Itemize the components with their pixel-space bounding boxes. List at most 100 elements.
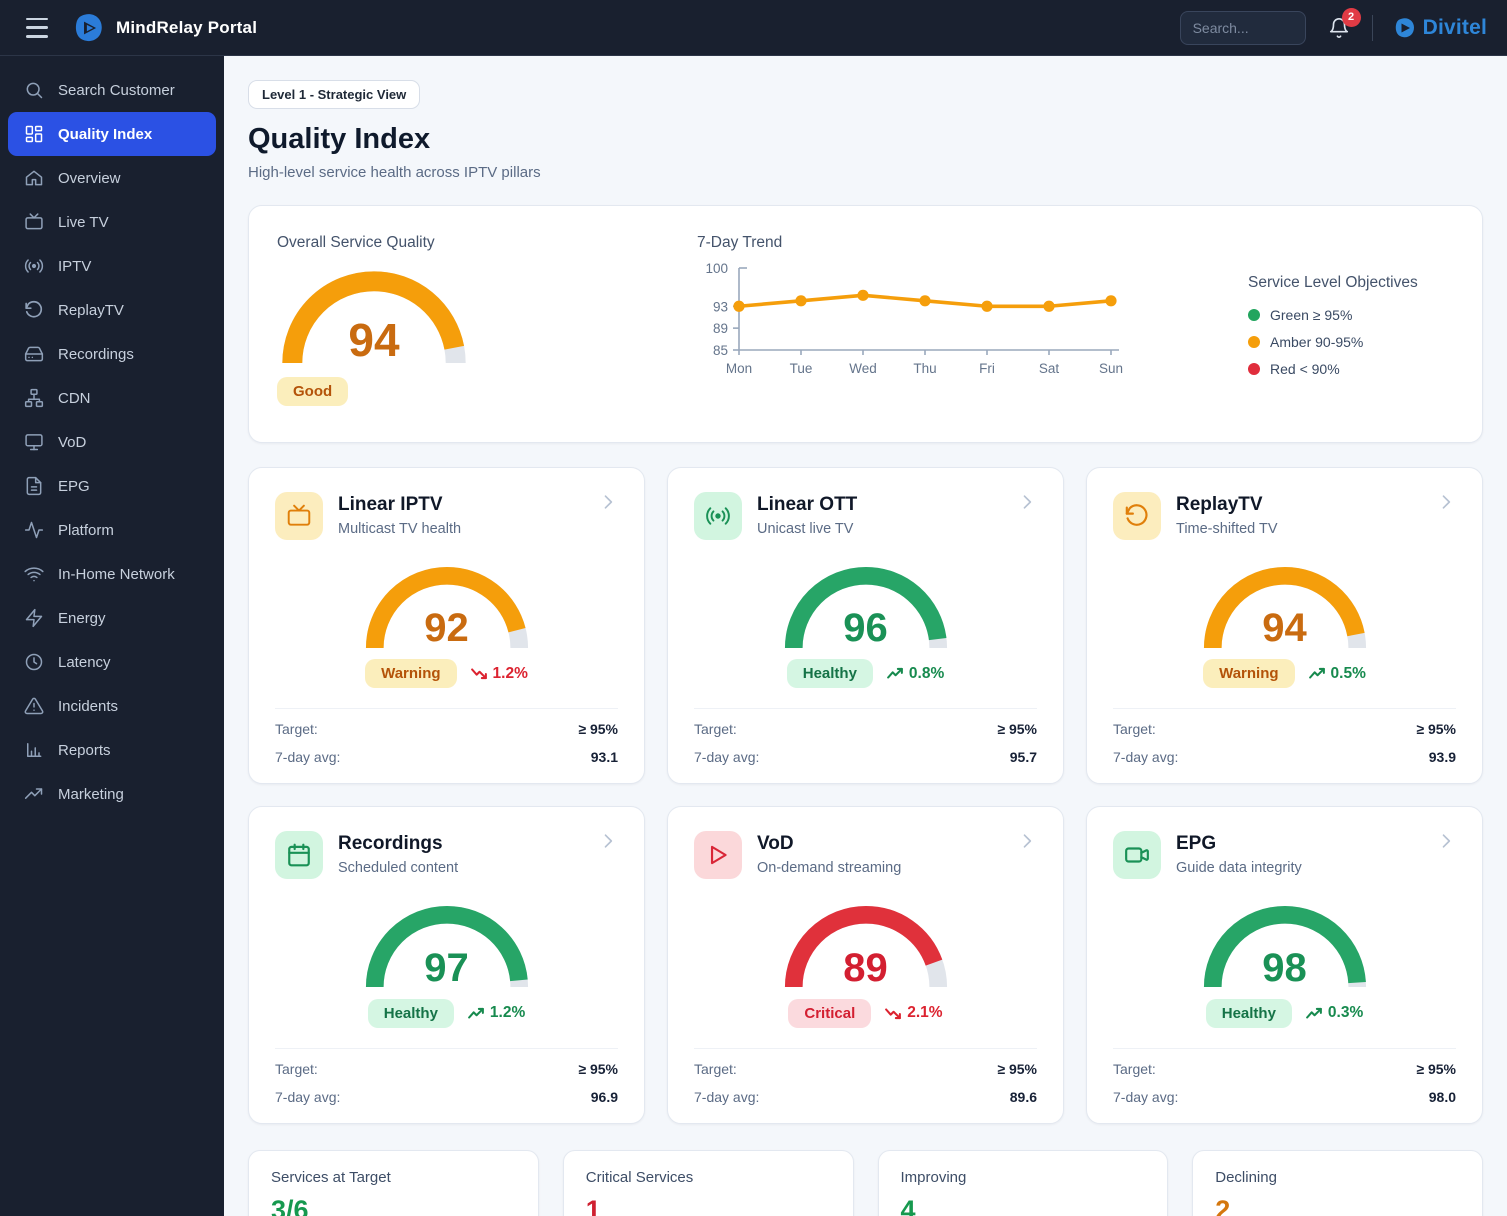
pillar-gauge: 89 <box>782 903 950 990</box>
chevron-right-icon[interactable] <box>598 831 618 851</box>
level-badge: Level 1 - Strategic View <box>248 80 421 109</box>
summary-label: Services at Target <box>271 1168 391 1186</box>
chevron-right-icon[interactable] <box>1436 831 1456 851</box>
search-icon <box>24 80 44 100</box>
pillar-trend: 0.8% <box>887 665 944 683</box>
legend-label: Green ≥ 95% <box>1270 307 1353 323</box>
sidebar-item-label: CDN <box>58 389 91 407</box>
sidebar-item-label: IPTV <box>58 257 92 275</box>
pillar-card-linear-iptv[interactable]: Linear IPTV Multicast TV health 92 Warni… <box>248 467 645 785</box>
pillar-subtitle: Unicast live TV <box>757 521 854 537</box>
slo-legend-item: Red < 90% <box>1248 361 1454 377</box>
pillar-subtitle: Time-shifted TV <box>1176 521 1278 537</box>
trend-chart-block: 7-Day Trend 85 89 93 100 Mon Tue Wed Thu Fri Sat S… <box>537 234 1248 414</box>
svg-text:Tue: Tue <box>789 361 812 376</box>
avg-label: 7-day avg: <box>694 749 760 766</box>
svg-text:Wed: Wed <box>849 361 877 376</box>
sidebar-item-reports[interactable]: Reports <box>0 728 224 772</box>
sidebar-item-replaytv[interactable]: ReplayTV <box>0 288 224 332</box>
legend-dot-icon <box>1248 363 1260 375</box>
page-subtitle: High-level service health across IPTV pi… <box>248 164 541 181</box>
sidebar-item-quality-index[interactable]: Quality Index <box>8 112 216 156</box>
svg-text:Fri: Fri <box>979 361 995 376</box>
chevron-right-icon[interactable] <box>598 492 618 512</box>
avg-label: 7-day avg: <box>694 1088 760 1105</box>
sidebar-item-label: Search Customer <box>58 81 175 99</box>
target-value: ≥ 95% <box>997 1060 1037 1077</box>
trend-down-icon <box>470 667 487 680</box>
wifi-icon <box>24 564 44 584</box>
summary-card-declining: Declining 2 <box>1192 1149 1483 1216</box>
divider <box>1113 1047 1456 1049</box>
pillar-subtitle: Multicast TV health <box>338 521 462 537</box>
pillar-gauge: 94 <box>1201 564 1369 651</box>
pillar-card-vod[interactable]: VoD On-demand streaming 89 Critical 2.1%… <box>667 806 1064 1124</box>
sidebar-item-energy[interactable]: Energy <box>0 596 224 640</box>
pillar-card-recordings[interactable]: Recordings Scheduled content 97 Healthy … <box>248 806 645 1124</box>
overall-quality-card: Overall Service Quality 94 Good 7-Day Tr… <box>248 205 1483 443</box>
summary-value: 4 <box>900 1194 916 1216</box>
pillar-card-epg[interactable]: EPG Guide data integrity 98 Healthy 0.3%… <box>1086 806 1483 1124</box>
trend-up-icon <box>1306 1007 1322 1020</box>
menu-button[interactable] <box>26 17 52 38</box>
avg-value: 93.9 <box>1428 749 1456 766</box>
sidebar-item-marketing[interactable]: Marketing <box>0 772 224 816</box>
slo-legend-item: Green ≥ 95% <box>1248 307 1454 323</box>
sidebar-item-vod[interactable]: VoD <box>0 420 224 464</box>
chevron-right-icon[interactable] <box>1436 492 1456 512</box>
sidebar-item-epg[interactable]: EPG <box>0 464 224 508</box>
chevron-right-icon[interactable] <box>1017 831 1037 851</box>
sidebar-item-iptv[interactable]: IPTV <box>0 244 224 288</box>
sidebar-item-incidents[interactable]: Incidents <box>0 684 224 728</box>
avg-value: 98.0 <box>1428 1088 1456 1105</box>
chevron-right-icon[interactable] <box>1017 492 1037 512</box>
target-value: ≥ 95% <box>578 721 618 738</box>
sidebar-item-overview[interactable]: Overview <box>0 156 224 200</box>
trend-value: 0.3% <box>1327 1004 1364 1022</box>
divider <box>275 1047 618 1049</box>
sidebar-item-search-customer[interactable]: Search Customer <box>0 68 224 112</box>
pillar-grid: Linear IPTV Multicast TV health 92 Warni… <box>248 467 1483 1124</box>
pillar-icon-tile <box>1113 831 1161 880</box>
target-label: Target: <box>1113 721 1156 738</box>
home-icon <box>24 168 44 188</box>
avg-label: 7-day avg: <box>275 1088 341 1105</box>
divitel-brand-name: Divitel <box>1422 15 1487 39</box>
sidebar-item-label: ReplayTV <box>58 301 124 319</box>
divider <box>275 708 618 710</box>
sidebar-item-in-home-network[interactable]: In-Home Network <box>0 552 224 596</box>
pillar-title: EPG <box>1176 833 1217 855</box>
summary-card-critical-services: Critical Services 1 <box>562 1149 854 1216</box>
summary-value: 3/6 <box>271 1194 309 1216</box>
slo-legend-title: Service Level Objectives <box>1248 274 1418 291</box>
sidebar-item-platform[interactable]: Platform <box>0 508 224 552</box>
svg-text:Sat: Sat <box>1038 361 1059 376</box>
search-input[interactable] <box>1179 10 1306 45</box>
pillar-title: Linear OTT <box>757 494 858 515</box>
slo-legend-items: Green ≥ 95% Amber 90-95% Red < 90% <box>1248 307 1454 377</box>
sidebar-item-recordings[interactable]: Recordings <box>0 332 224 376</box>
network-icon <box>24 388 44 408</box>
notifications-button[interactable]: 2 <box>1326 7 1361 41</box>
sidebar-item-cdn[interactable]: CDN <box>0 376 224 420</box>
tv-icon <box>24 212 44 232</box>
pillar-gauge: 92 <box>363 564 531 651</box>
target-label: Target: <box>694 721 737 738</box>
sidebar-item-latency[interactable]: Latency <box>0 640 224 684</box>
sidebar-item-label: Energy <box>58 609 106 627</box>
pillar-card-replaytv[interactable]: ReplayTV Time-shifted TV 94 Warning 0.5%… <box>1086 467 1483 785</box>
video-icon <box>1124 842 1150 868</box>
overall-status-badge: Good <box>277 376 349 406</box>
sidebar-item-live-tv[interactable]: Live TV <box>0 200 224 244</box>
divider <box>694 708 1037 710</box>
alert-triangle-icon <box>24 696 44 716</box>
pillar-card-linear-ott[interactable]: Linear OTT Unicast live TV 96 Healthy 0.… <box>667 467 1064 785</box>
legend-label: Red < 90% <box>1270 361 1340 377</box>
pillar-status-badge: Healthy <box>1205 998 1292 1028</box>
summary-grid: Services at Target 3/6 Critical Services… <box>248 1149 1483 1216</box>
summary-value: 1 <box>585 1194 601 1216</box>
clock-icon <box>24 652 44 672</box>
sidebar-item-label: Marketing <box>58 785 124 803</box>
trend-up-icon <box>468 1007 484 1020</box>
pillar-subtitle: On-demand streaming <box>757 860 902 877</box>
